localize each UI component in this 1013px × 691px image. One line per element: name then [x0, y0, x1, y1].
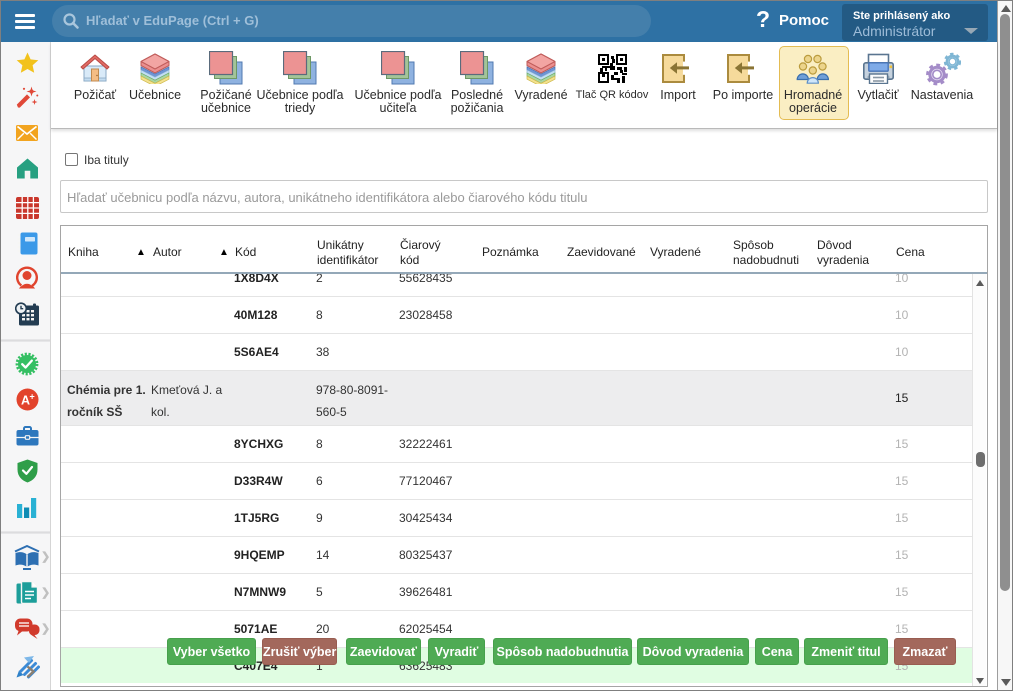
svg-text:+: + [30, 392, 35, 402]
